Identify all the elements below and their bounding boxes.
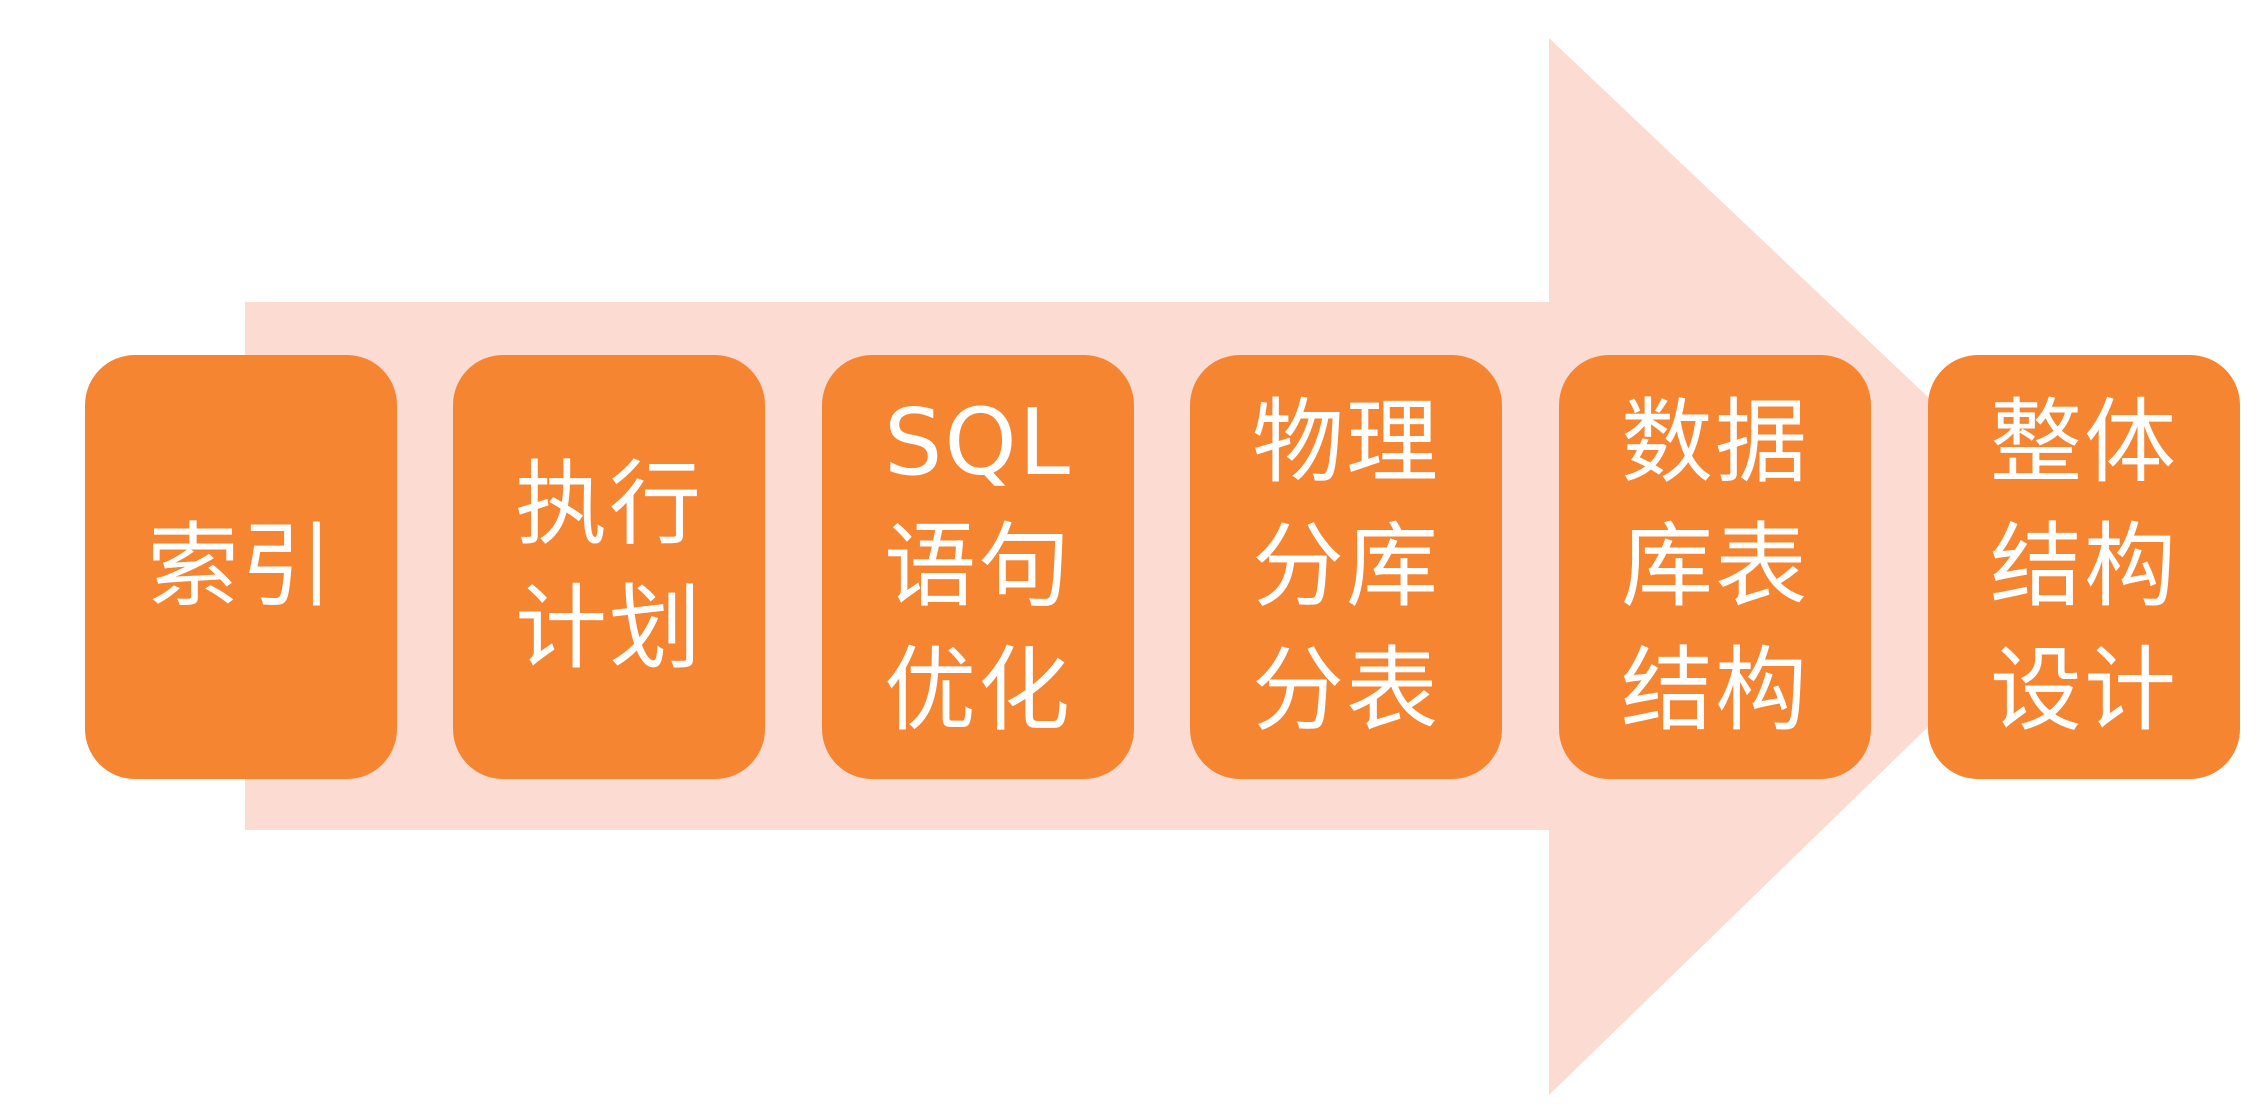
step-label-overall-design: 整体 结构 设计 bbox=[1989, 389, 2178, 744]
step-box-table-structure: 数据 库表 结构 bbox=[1559, 355, 1871, 779]
step-box-sharding: 物理 分库 分表 bbox=[1190, 355, 1502, 779]
step-label-execution-plan: 执行 计划 bbox=[514, 451, 703, 682]
step-label-sharding: 物理 分库 分表 bbox=[1251, 389, 1440, 744]
step-label-table-structure: 数据 库表 结构 bbox=[1620, 389, 1809, 744]
step-label-sql-optimization: SQL 语句 优化 bbox=[883, 389, 1073, 744]
step-box-overall-design: 整体 结构 设计 bbox=[1928, 355, 2240, 779]
step-box-execution-plan: 执行 计划 bbox=[453, 355, 765, 779]
step-box-indexing: 索引 bbox=[85, 355, 397, 779]
step-label-indexing: 索引 bbox=[146, 513, 335, 620]
step-box-sql-optimization: SQL 语句 优化 bbox=[822, 355, 1134, 779]
